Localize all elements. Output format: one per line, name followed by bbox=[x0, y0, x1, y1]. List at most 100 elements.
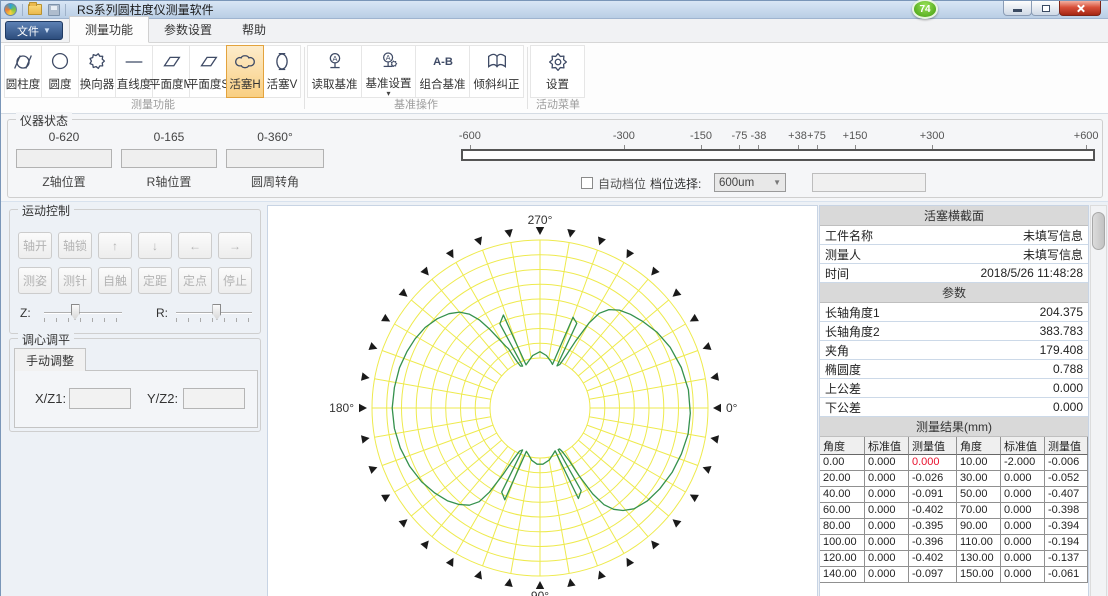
ribbon-group-active-menu: 设置 活动菜单 bbox=[531, 43, 585, 113]
ribbon-button-flatness-s[interactable]: 平面度S bbox=[189, 45, 227, 98]
ribbon-button-datum-settings[interactable]: A 基准设置 ▾ bbox=[361, 45, 416, 98]
yz2-label: Y/Z2: bbox=[147, 391, 178, 406]
range-select-dropdown[interactable]: 600um ▼ bbox=[714, 173, 786, 192]
minimize-button[interactable] bbox=[1003, 1, 1032, 16]
ribbon-button-commutator[interactable]: 换向器 bbox=[78, 45, 116, 98]
results-cell: -0.394 bbox=[1045, 519, 1088, 535]
slider-ticks bbox=[44, 318, 122, 322]
angle-marker bbox=[381, 495, 390, 503]
scrollbar-thumb[interactable] bbox=[1092, 212, 1105, 250]
slider-track[interactable] bbox=[176, 312, 252, 314]
results-cell: 50.00 bbox=[957, 487, 1001, 503]
fixed-distance-button[interactable]: 定距 bbox=[138, 267, 172, 294]
button-label: 倾斜纠正 bbox=[474, 76, 520, 92]
results-row[interactable]: 120.000.000-0.402130.000.000-0.137 bbox=[820, 551, 1088, 567]
results-row[interactable]: 0.000.0000.00010.00-2.000-0.006 bbox=[820, 455, 1088, 471]
results-cell: 40.00 bbox=[820, 487, 865, 503]
z-speed-slider[interactable]: Z: bbox=[20, 304, 130, 328]
tab-help[interactable]: 帮助 bbox=[227, 17, 281, 42]
manual-adjust-tab[interactable]: 手动调整 bbox=[14, 348, 86, 371]
centering-leveling-groupbox: 调心调平 手动调整 X/Z1: Y/Z2: bbox=[9, 338, 261, 432]
r-axis-position-bar bbox=[121, 149, 217, 168]
probe-button[interactable]: 测针 bbox=[58, 267, 92, 294]
angle-marker bbox=[399, 288, 408, 296]
results-cell: -2.000 bbox=[1001, 455, 1045, 471]
grid-spoke bbox=[511, 243, 532, 359]
fixed-point-button[interactable]: 定点 bbox=[178, 267, 212, 294]
xz1-field[interactable] bbox=[69, 388, 131, 409]
groupbox-title: 运动控制 bbox=[18, 202, 74, 219]
param-label: 长轴角度2 bbox=[825, 323, 880, 340]
results-header-cell: 测量值 bbox=[1045, 437, 1088, 455]
close-button[interactable] bbox=[1059, 1, 1101, 16]
range-extra-field[interactable] bbox=[812, 173, 926, 192]
results-panel: 活塞横截面 工件名称未填写信息 测量人未填写信息 时间2018/5/26 11:… bbox=[819, 205, 1089, 596]
ribbon-button-roundness[interactable]: 圆度 bbox=[41, 45, 79, 98]
move-up-button[interactable]: ↑ bbox=[98, 232, 132, 259]
measure-pose-button[interactable]: 测姿 bbox=[18, 267, 52, 294]
range-select-label: 档位选择: bbox=[650, 175, 701, 192]
angle-marker bbox=[536, 227, 544, 235]
auto-range-checkbox[interactable] bbox=[581, 177, 593, 189]
app-logo-icon[interactable] bbox=[4, 3, 17, 16]
ribbon-group-measure-functions: 圆柱度 圆度 换向器 直线度 平面度M bbox=[5, 43, 301, 113]
restore-button[interactable] bbox=[1031, 1, 1060, 16]
results-row[interactable]: 20.000.000-0.02630.000.000-0.052 bbox=[820, 471, 1088, 487]
results-cell: 0.000 bbox=[1001, 471, 1045, 487]
move-down-button[interactable]: ↓ bbox=[138, 232, 172, 259]
ribbon-button-combined-datum[interactable]: A-B 组合基准 bbox=[415, 45, 470, 98]
stop-button[interactable]: 停止 bbox=[218, 267, 252, 294]
info-label: 测量人 bbox=[825, 246, 861, 263]
ribbon-button-read-datum[interactable]: A 读取基准 bbox=[307, 45, 362, 98]
info-label: 时间 bbox=[825, 265, 849, 282]
angle-marker bbox=[627, 249, 635, 258]
grid-ring bbox=[475, 343, 605, 473]
ribbon-button-tilt-correction[interactable]: 倾斜纠正 bbox=[469, 45, 524, 98]
tab-measure-functions[interactable]: 测量功能 bbox=[69, 16, 149, 43]
angle-marker bbox=[474, 571, 482, 580]
results-cell: 0.000 bbox=[865, 519, 909, 535]
vertical-scrollbar[interactable] bbox=[1090, 205, 1107, 596]
file-menu-button[interactable]: 文件 ▼ bbox=[5, 21, 63, 40]
ribbon-group-caption: 基准操作 bbox=[308, 98, 524, 113]
save-icon[interactable] bbox=[48, 4, 60, 16]
open-folder-icon[interactable] bbox=[28, 4, 42, 15]
grid-spoke bbox=[375, 417, 491, 438]
ribbon-button-settings[interactable]: 设置 bbox=[530, 45, 585, 98]
param-value: 179.408 bbox=[1040, 343, 1083, 357]
results-row[interactable]: 60.000.000-0.40270.000.000-0.398 bbox=[820, 503, 1088, 519]
slider-track[interactable] bbox=[44, 312, 122, 314]
ribbon-button-flatness-m[interactable]: 平面度M bbox=[152, 45, 190, 98]
info-value: 未填写信息 bbox=[1023, 227, 1083, 244]
results-row[interactable]: 40.000.000-0.09150.000.000-0.407 bbox=[820, 487, 1088, 503]
memory-usage-badge[interactable]: 74 bbox=[912, 0, 938, 19]
yz2-field[interactable] bbox=[183, 388, 245, 409]
axis-open-button[interactable]: 轴开 bbox=[18, 232, 52, 259]
param-value: 0.788 bbox=[1053, 362, 1083, 376]
move-left-button[interactable]: ← bbox=[178, 232, 212, 259]
ruler-tick-label: -600 bbox=[459, 130, 481, 142]
ribbon-button-cylindricity[interactable]: 圆柱度 bbox=[4, 45, 42, 98]
results-row[interactable]: 80.000.000-0.39590.000.000-0.394 bbox=[820, 519, 1088, 535]
meter-range-label: 0-165 bbox=[121, 130, 217, 145]
r-speed-slider[interactable]: R: bbox=[156, 304, 266, 328]
axis-lock-button[interactable]: 轴锁 bbox=[58, 232, 92, 259]
straightness-icon bbox=[121, 49, 147, 75]
results-row[interactable]: 140.000.000-0.097150.000.000-0.061 bbox=[820, 567, 1088, 583]
commutator-icon bbox=[84, 49, 110, 75]
angle-marker bbox=[567, 578, 575, 587]
results-cell: 0.000 bbox=[1001, 519, 1045, 535]
move-right-button[interactable]: → bbox=[218, 232, 252, 259]
ruler-tick-label: -75 bbox=[732, 130, 748, 142]
ribbon-button-piston-v[interactable]: 活塞V bbox=[263, 45, 301, 98]
info-row: 工件名称未填写信息 bbox=[820, 226, 1088, 245]
tab-parameter-settings[interactable]: 参数设置 bbox=[149, 17, 227, 42]
ribbon-button-piston-h[interactable]: 活塞H bbox=[226, 45, 264, 98]
gear-icon bbox=[545, 49, 571, 75]
results-cell: -0.052 bbox=[1045, 471, 1088, 487]
button-label: 读取基准 bbox=[312, 76, 358, 92]
info-value: 2018/5/26 11:48:28 bbox=[980, 266, 1083, 280]
results-row[interactable]: 100.000.000-0.396110.000.000-0.194 bbox=[820, 535, 1088, 551]
ribbon-button-straightness[interactable]: 直线度 bbox=[115, 45, 153, 98]
auto-touch-button[interactable]: 自触 bbox=[98, 267, 132, 294]
